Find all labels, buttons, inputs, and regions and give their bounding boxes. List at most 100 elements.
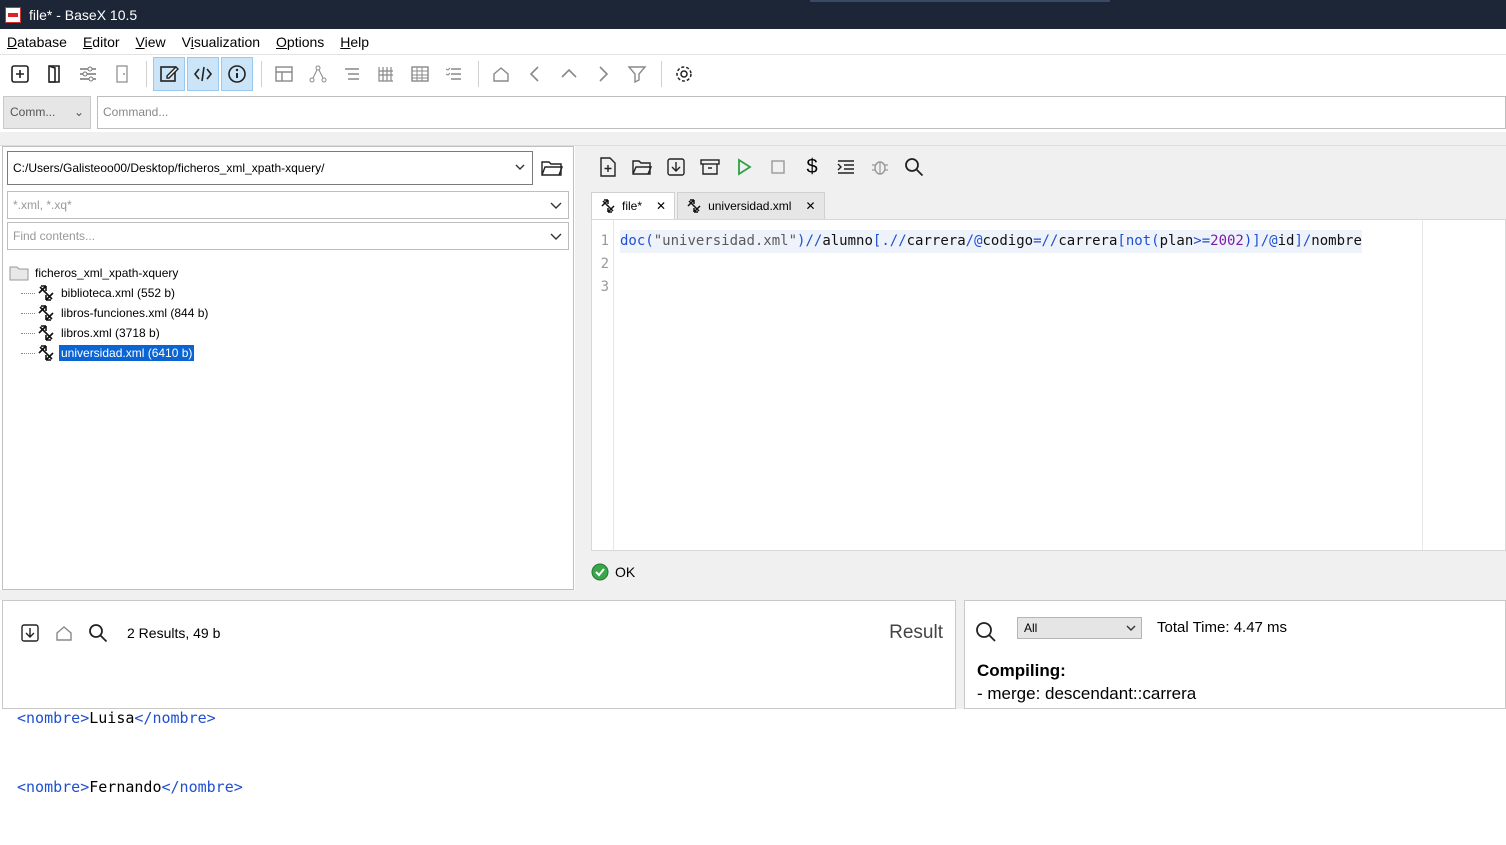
tab-label: file* bbox=[622, 199, 643, 213]
save-file-button[interactable] bbox=[659, 152, 693, 182]
save-icon bbox=[21, 624, 39, 642]
tab-file[interactable]: file* ✕ bbox=[591, 192, 676, 219]
info-heading: Compiling: bbox=[977, 661, 1066, 680]
editor-toggle-button[interactable] bbox=[153, 56, 185, 91]
project-path: C:/Users/Galisteoo00/Desktop/ficheros_xm… bbox=[13, 161, 325, 175]
tree-file-row[interactable]: libros-funciones.xml (844 b) bbox=[21, 303, 210, 323]
tree-file-row-selected[interactable]: universidad.xml (6410 b) bbox=[21, 343, 210, 363]
file-filter-combo[interactable]: *.xml, *.xq* bbox=[7, 191, 569, 219]
folder-view-button[interactable] bbox=[336, 57, 368, 91]
tree-file-label: biblioteca.xml (552 b) bbox=[61, 286, 176, 300]
result-panel: 2 Results, 49 b Result <nombre>Luisa</no… bbox=[2, 600, 956, 796]
menu-view[interactable]: View bbox=[136, 34, 166, 50]
info-filter-select[interactable]: All bbox=[1017, 617, 1142, 639]
toolbar-separator bbox=[261, 60, 262, 87]
result-xml[interactable]: <nombre>Luisa</nombre> <nombre>Fernando<… bbox=[17, 661, 243, 845]
menu-options[interactable]: Options bbox=[276, 34, 324, 50]
tree-connector bbox=[21, 332, 35, 334]
tab-label: universidad.xml bbox=[708, 199, 792, 213]
project-path-combo[interactable]: C:/Users/Galisteoo00/Desktop/ficheros_xm… bbox=[7, 151, 533, 185]
open-file-button[interactable] bbox=[625, 152, 659, 182]
home-icon bbox=[493, 66, 509, 82]
basex-logo-icon bbox=[5, 6, 21, 23]
tree-file-row[interactable]: libros.xml (3718 b) bbox=[21, 323, 210, 343]
panel-separator bbox=[0, 132, 1506, 146]
command-bar: Comm... ⌄ Command... bbox=[0, 92, 1506, 132]
close-tab-icon[interactable]: ✕ bbox=[805, 199, 815, 213]
chevron-up-icon bbox=[561, 68, 577, 78]
info-search-button[interactable] bbox=[975, 621, 997, 646]
preferences-button[interactable] bbox=[668, 57, 700, 91]
command-mode-select[interactable]: Comm... ⌄ bbox=[3, 95, 91, 129]
tree-file-label: libros-funciones.xml (844 b) bbox=[61, 306, 209, 320]
line-number: 1 bbox=[600, 233, 609, 249]
indent-icon bbox=[837, 160, 854, 174]
forward-button[interactable] bbox=[587, 57, 619, 91]
code-line: doc("universidad.xml")//alumno[.//carrer… bbox=[620, 230, 1362, 253]
new-file-button[interactable] bbox=[591, 152, 625, 182]
home-icon bbox=[56, 626, 72, 641]
code-operator: ( bbox=[645, 233, 654, 249]
close-tab-icon[interactable]: ✕ bbox=[656, 199, 666, 213]
format-code-button[interactable] bbox=[829, 152, 863, 182]
up-button[interactable] bbox=[553, 57, 585, 91]
search-button[interactable] bbox=[897, 152, 931, 182]
query-editor[interactable]: 1 2 3 doc("universidad.xml")//alumno[.//… bbox=[591, 219, 1506, 551]
plot-view-button[interactable] bbox=[370, 57, 402, 91]
stop-query-button[interactable] bbox=[761, 152, 795, 182]
tree-root-folder[interactable]: ficheros_xml_xpath-xquery bbox=[9, 263, 210, 283]
close-database-button[interactable] bbox=[106, 57, 138, 91]
export-result-button[interactable] bbox=[15, 621, 45, 645]
editor-panel: $ file* ✕ universidad.xml ✕ 1 2 3 doc("u… bbox=[585, 146, 1506, 590]
map-view-button[interactable] bbox=[268, 57, 300, 91]
toolbar-separator bbox=[146, 60, 147, 87]
tree-view-button[interactable] bbox=[302, 57, 334, 91]
code-name: plan bbox=[1159, 233, 1194, 249]
folder-icon bbox=[9, 266, 29, 281]
result-search-button[interactable] bbox=[83, 621, 113, 645]
tree-file-row[interactable]: biblioteca.xml (552 b) bbox=[21, 283, 210, 303]
run-query-button[interactable] bbox=[727, 152, 761, 182]
debug-button[interactable] bbox=[863, 152, 897, 182]
command-input[interactable]: Command... bbox=[97, 95, 1506, 129]
horizontal-splitter[interactable] bbox=[0, 590, 1506, 600]
info-line: - merge: descendant::carrera bbox=[977, 684, 1197, 703]
find-contents-combo[interactable]: Find contents... bbox=[7, 222, 569, 250]
menu-visualization[interactable]: Visualization bbox=[182, 34, 260, 50]
table-view-button[interactable] bbox=[404, 57, 436, 91]
xml-open-tag: <nombre> bbox=[17, 709, 90, 727]
code-string: "universidad.xml" bbox=[653, 233, 798, 249]
code-operator: >= bbox=[1193, 233, 1211, 249]
xml-text: Luisa bbox=[89, 709, 135, 727]
vertical-splitter[interactable] bbox=[575, 146, 585, 590]
menu-database[interactable]: Database bbox=[7, 34, 67, 50]
code-name: codigo bbox=[982, 233, 1034, 249]
chevron-down-icon bbox=[515, 164, 525, 170]
list-indent-icon bbox=[345, 67, 359, 80]
code-operator: )]/@ bbox=[1243, 233, 1278, 249]
info-filter-value: All bbox=[1024, 621, 1038, 635]
vertical-splitter[interactable] bbox=[956, 600, 964, 709]
line-number-gutter: 1 2 3 bbox=[592, 220, 614, 550]
filter-button[interactable] bbox=[621, 57, 653, 91]
door-open-icon bbox=[48, 64, 60, 83]
back-button[interactable] bbox=[519, 57, 551, 91]
code-operator: [.// bbox=[872, 233, 907, 249]
home-button[interactable] bbox=[485, 57, 517, 91]
tab-universidad[interactable]: universidad.xml ✕ bbox=[677, 192, 825, 219]
explore-view-button[interactable] bbox=[438, 57, 470, 91]
info-toggle-button[interactable] bbox=[221, 56, 253, 91]
open-database-button[interactable] bbox=[38, 57, 70, 91]
result-home-button[interactable] bbox=[49, 621, 79, 645]
menu-editor[interactable]: Editor bbox=[83, 34, 120, 50]
query-info-toggle-button[interactable] bbox=[187, 56, 219, 91]
new-database-button[interactable] bbox=[4, 57, 36, 91]
properties-button[interactable] bbox=[72, 57, 104, 91]
menu-help[interactable]: Help bbox=[340, 34, 369, 50]
query-code[interactable]: doc("universidad.xml")//alumno[.//carrer… bbox=[620, 230, 1362, 253]
choose-folder-button[interactable] bbox=[539, 155, 565, 181]
archive-button[interactable] bbox=[693, 152, 727, 182]
bind-variables-button[interactable]: $ bbox=[795, 152, 829, 182]
code-operator: =// bbox=[1033, 233, 1059, 249]
dollar-icon: $ bbox=[806, 155, 818, 178]
